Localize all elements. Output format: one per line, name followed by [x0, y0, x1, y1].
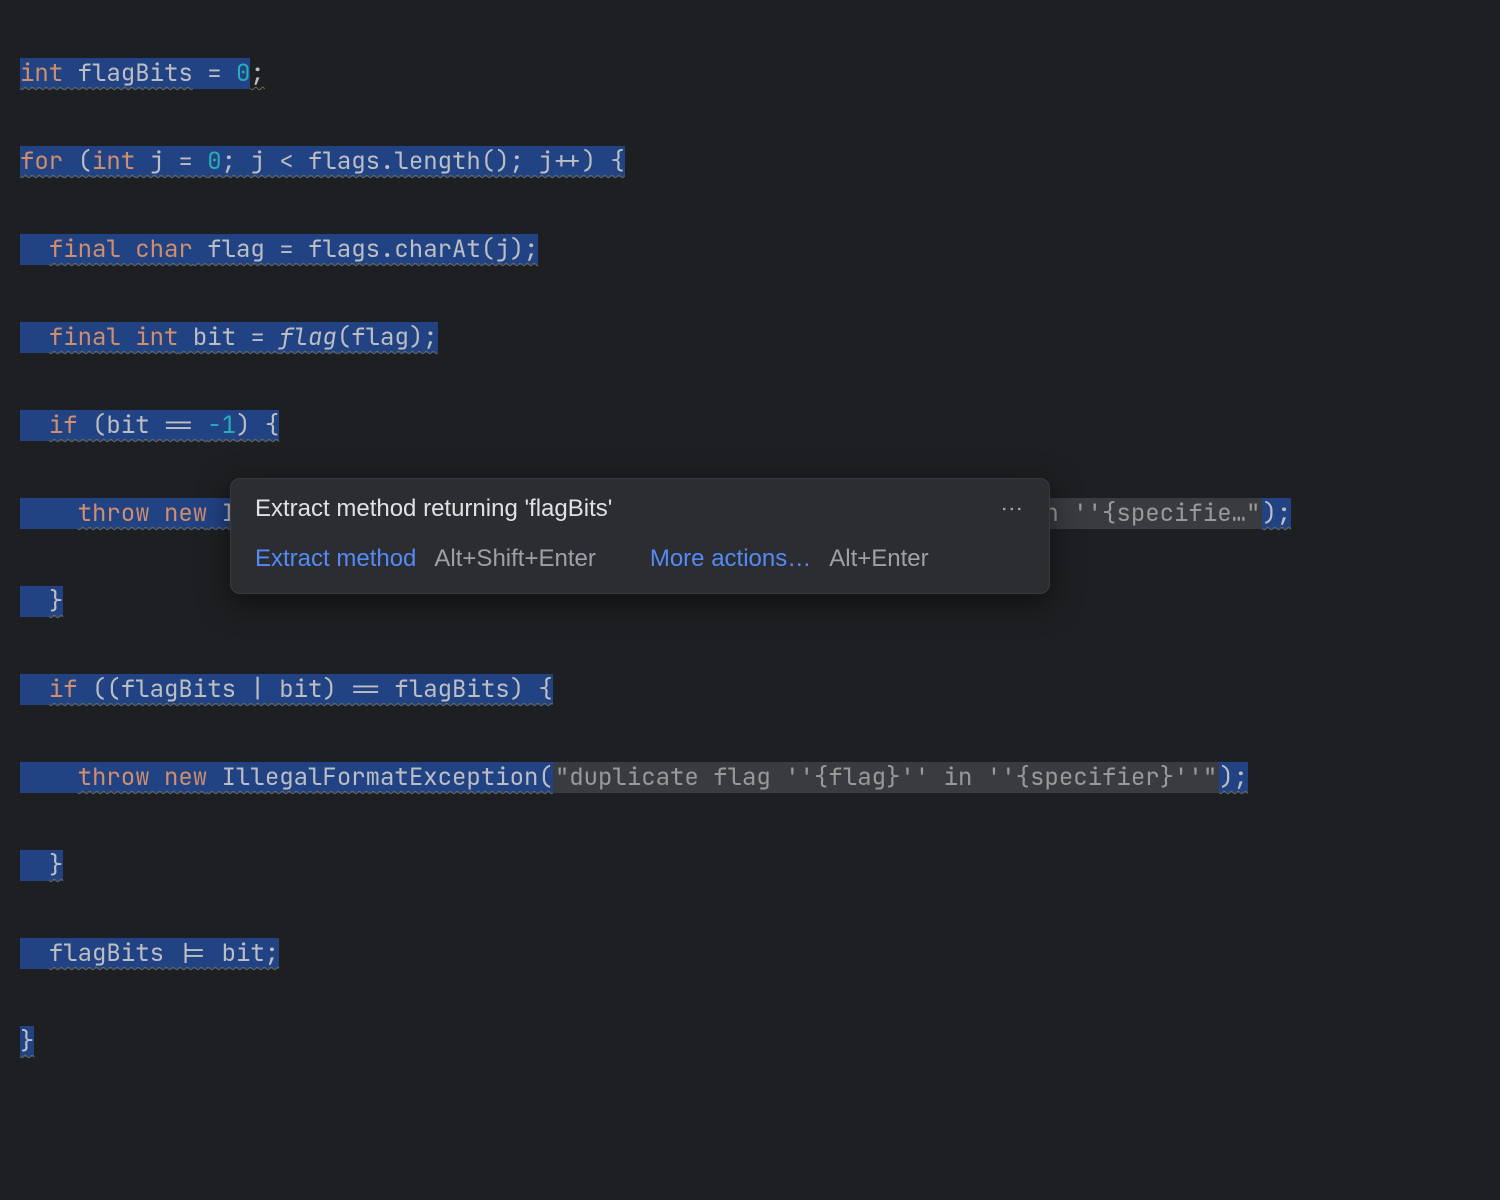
extract-method-action[interactable]: Extract method: [255, 545, 416, 573]
code-editor[interactable]: int flagBits = 0; for (int j = 0; j < fl…: [0, 0, 1500, 1200]
code-line: throw new IllegalFormatException("duplic…: [20, 756, 1480, 800]
code-line: // check this: [20, 1196, 1480, 1200]
code-line: if (bit == -1) {: [20, 404, 1480, 448]
more-options-icon[interactable]: ⋮: [999, 498, 1025, 521]
code-line: }: [20, 1020, 1480, 1064]
code-line: int flagBits = 0;: [20, 52, 1480, 96]
code-line: if ((flagBits | bit) == flagBits) {: [20, 668, 1480, 712]
shortcut-label: Alt+Shift+Enter: [434, 545, 595, 573]
more-actions-link[interactable]: More actions…: [650, 545, 811, 573]
shortcut-label: Alt+Enter: [829, 545, 928, 573]
code-line: final char flag = flags.charAt(j);: [20, 228, 1480, 272]
code-line: for (int j = 0; j < flags.length(); j++)…: [20, 140, 1480, 184]
folded-string: "duplicate flag ''{flag}'' in ''{specifi…: [553, 762, 1219, 793]
code-line: [20, 1108, 1480, 1152]
intention-popup: Extract method returning 'flagBits' ⋮ Ex…: [230, 478, 1050, 594]
code-line: final int bit = flag(flag);: [20, 316, 1480, 360]
popup-title: Extract method returning 'flagBits': [255, 495, 612, 523]
code-line: flagBits |= bit;: [20, 932, 1480, 976]
code-line: }: [20, 844, 1480, 888]
